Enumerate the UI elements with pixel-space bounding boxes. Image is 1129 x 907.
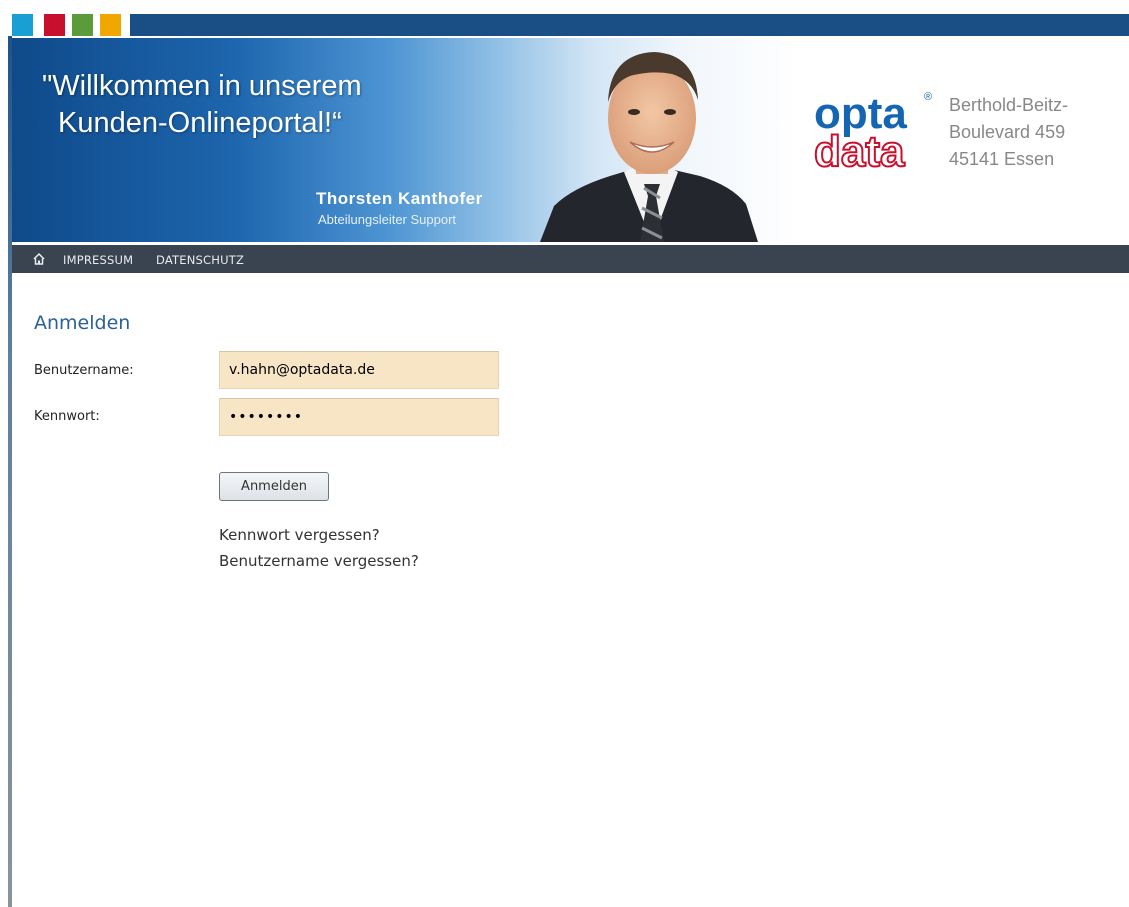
login-title: Anmelden [34,312,131,334]
banner-background: "Willkommen in unserem Kunden-Onlineport… [12,38,800,242]
forgot-password-link[interactable]: Kennwort vergessen? [219,526,380,544]
home-icon[interactable] [32,252,46,266]
address-line-3: 45141 Essen [949,149,1055,169]
company-address: Berthold-Beitz- Boulevard 459 45141 Esse… [949,92,1068,173]
person-title: Abteilungsleiter Support [318,212,457,227]
quote-line-2: Kunden-Onlineportal!“ [58,107,342,139]
swatch-orange [100,14,121,36]
top-color-bar [12,14,1129,36]
address-line-1: Berthold-Beitz- [949,95,1069,115]
password-input[interactable] [219,398,499,436]
nav-datenschutz-link[interactable]: DATENSCHUTZ [156,253,244,267]
svg-text:data: data [814,127,905,174]
address-line-2: Boulevard 459 [949,122,1066,142]
username-label: Benutzername: [34,363,134,378]
person-name: Thorsten Kanthofer [316,189,483,208]
forgot-username-link[interactable]: Benutzername vergessen? [219,552,419,570]
nav-bar: IMPRESSUM DATENSCHUTZ [12,245,1129,273]
swatch-green [72,14,93,36]
quote-line-1: "Willkommen in unserem [42,70,362,102]
password-label: Kennwort: [34,409,100,424]
header-banner: "Willkommen in unserem Kunden-Onlineport… [12,38,1129,242]
nav-impressum-link[interactable]: IMPRESSUM [63,253,133,267]
portrait-photo [540,52,758,242]
top-bar-fill [130,14,1129,36]
swatch-blue [12,14,33,36]
username-input[interactable] [219,351,499,389]
welcome-quote: "Willkommen in unserem Kunden-Onlineport… [42,68,362,142]
svg-text:®: ® [924,91,932,103]
swatch-red [44,14,65,36]
optadata-logo: opta ® data [813,90,932,174]
login-button[interactable]: Anmelden [219,472,329,501]
